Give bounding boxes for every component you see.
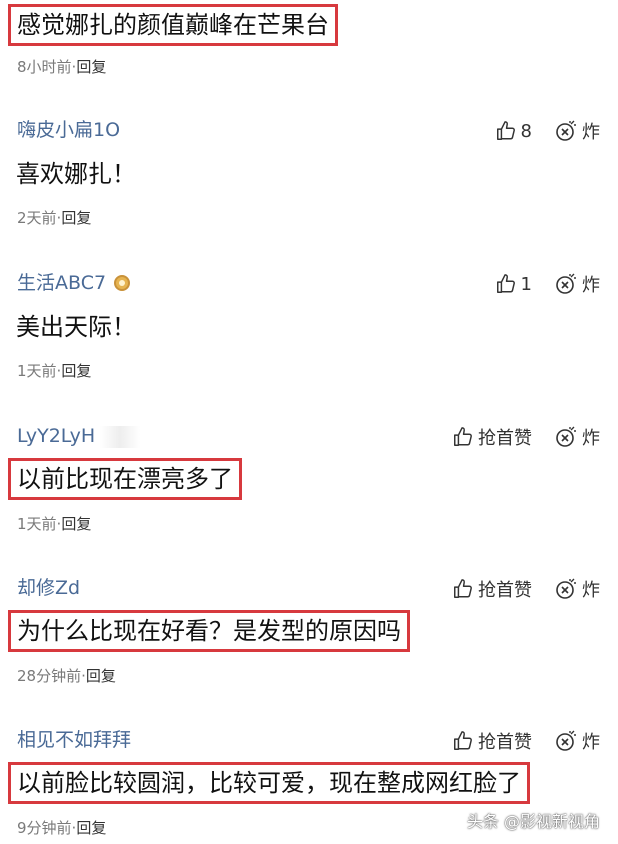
comment-text: 感觉娜扎的颜值巅峰在芒果台 <box>8 4 338 46</box>
boom-icon <box>556 120 576 141</box>
like-count: 8 <box>520 120 532 142</box>
comment-time: 28分钟前 <box>17 667 82 685</box>
like-count: 1 <box>520 273 532 295</box>
username-text: 生活ABC7 <box>17 272 107 294</box>
comment-time: 2天前 <box>17 209 57 227</box>
thumbs-up-icon <box>454 579 472 598</box>
like-button[interactable]: 抢首赞 <box>452 576 532 602</box>
comment-text: 为什么比现在好看？是发型的原因吗 <box>8 610 410 652</box>
comment-username[interactable]: 生活ABC7 <box>17 271 131 295</box>
comment-time: 9分钟前 <box>17 819 72 837</box>
like-label: 抢首赞 <box>478 732 532 753</box>
boom-label: 炸 <box>582 732 600 753</box>
boom-button[interactable]: 炸 <box>554 576 600 602</box>
comment-meta: 8小时前·回复 <box>17 58 107 76</box>
reply-button[interactable]: 回复 <box>76 58 106 76</box>
comment-meta: 1天前·回复 <box>17 362 92 380</box>
comment-actions: 1 炸 <box>495 271 600 297</box>
reply-button[interactable]: 回复 <box>61 515 91 533</box>
like-button[interactable]: 抢首赞 <box>452 728 532 754</box>
boom-label: 炸 <box>582 580 600 601</box>
like-button[interactable]: 1 <box>495 273 532 295</box>
comment-username[interactable]: 嗨皮小扁1O <box>17 118 120 142</box>
boom-button[interactable]: 炸 <box>554 118 600 144</box>
reply-button[interactable]: 回复 <box>61 209 91 227</box>
comment-actions: 抢首赞 炸 <box>452 728 600 754</box>
comment-time: 1天前 <box>17 515 57 533</box>
boom-icon <box>556 730 576 751</box>
boom-icon <box>556 426 576 447</box>
comment-meta: 9分钟前·回复 <box>17 819 107 837</box>
comment-actions: 抢首赞 炸 <box>452 424 600 450</box>
comment-text: 喜欢娜扎！ <box>16 160 136 188</box>
comment-time: 1天前 <box>17 362 57 380</box>
comment-meta: 2天前·回复 <box>17 209 92 227</box>
boom-button[interactable]: 炸 <box>554 271 600 297</box>
boom-label: 炸 <box>582 275 600 296</box>
comment-actions: 抢首赞 炸 <box>452 576 600 602</box>
boom-button[interactable]: 炸 <box>554 728 600 754</box>
thumbs-up-icon <box>454 731 472 750</box>
watermark: 头条 @影视新视角 <box>466 812 600 831</box>
thumbs-up-icon <box>496 274 515 293</box>
comment-text: 美出天际！ <box>16 313 136 341</box>
like-label: 抢首赞 <box>478 580 532 601</box>
thumbs-up-icon <box>496 121 515 140</box>
comment-meta: 1天前·回复 <box>17 515 92 533</box>
thumbs-up-icon <box>454 427 472 446</box>
reply-button[interactable]: 回复 <box>61 362 91 380</box>
comment-text: 以前脸比较圆润，比较可爱，现在整成网红脸了 <box>8 762 530 804</box>
comment-time: 8小时前 <box>17 58 72 76</box>
like-label: 抢首赞 <box>478 428 532 449</box>
medal-icon <box>114 275 131 291</box>
boom-icon <box>556 578 576 599</box>
reply-button[interactable]: 回复 <box>86 667 116 685</box>
comment-username[interactable]: LyY2LyH <box>17 424 95 448</box>
reply-button[interactable]: 回复 <box>76 819 106 837</box>
boom-label: 炸 <box>582 122 600 143</box>
comment-meta: 28分钟前·回复 <box>17 667 116 685</box>
comment-text: 以前比现在漂亮多了 <box>8 458 242 500</box>
comment-username[interactable]: 相见不如拜拜 <box>17 728 131 752</box>
comment-actions: 8 炸 <box>495 118 600 144</box>
boom-icon <box>556 273 576 294</box>
comment-username[interactable]: 却修Zd <box>17 576 80 600</box>
like-button[interactable]: 抢首赞 <box>452 424 532 450</box>
like-button[interactable]: 8 <box>495 120 532 142</box>
boom-button[interactable]: 炸 <box>554 424 600 450</box>
blur-artifact <box>100 426 140 448</box>
boom-label: 炸 <box>582 428 600 449</box>
